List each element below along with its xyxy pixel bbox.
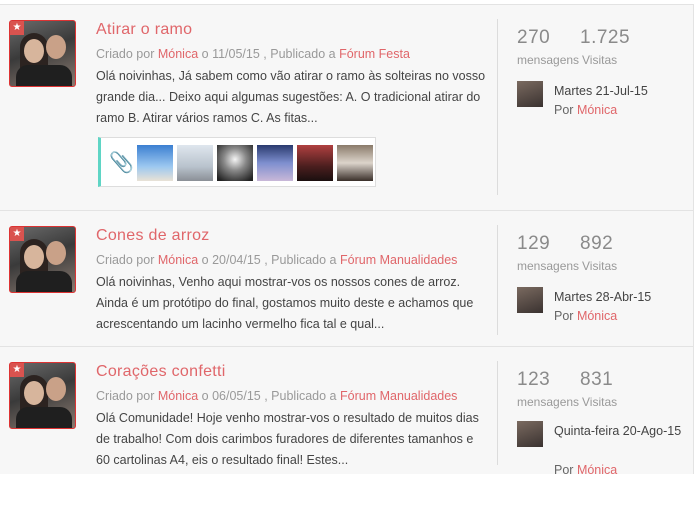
topic-title[interactable]: Atirar o ramo — [96, 21, 486, 39]
last-reply-avatar[interactable] — [517, 421, 543, 447]
author-link[interactable]: Mónica — [158, 47, 198, 61]
messages-label: mensagens — [517, 53, 580, 67]
star-icon: ★ — [10, 363, 24, 377]
topic-content: Corações confetti Criado por Mónica o 06… — [96, 363, 486, 471]
topic-excerpt: Olá noivinhas, Venho aqui mostrar-vos os… — [96, 275, 474, 331]
topic-row: ★ Atirar o ramo Criado por Mónica o 11/0… — [0, 4, 694, 210]
messages-count: 270 — [517, 27, 551, 48]
column-divider — [497, 361, 498, 465]
author-link[interactable]: Mónica — [158, 389, 198, 403]
last-reply-date: Martes 21-Jul-15 — [554, 84, 648, 98]
topic-date: 11/05/15 — [212, 47, 260, 61]
visits-count: 892 — [580, 233, 614, 254]
visits-label: Visitas — [582, 395, 618, 409]
topic-meta: Criado por Mónica o 20/04/15 , Publicado… — [96, 253, 458, 267]
visits-label: Visitas — [582, 53, 618, 67]
visits-count: 1.725 — [580, 27, 631, 48]
last-reply-avatar[interactable] — [517, 81, 543, 107]
author-avatar[interactable]: ★ — [9, 226, 76, 293]
topic-title[interactable]: Cones de arroz — [96, 227, 486, 245]
topic-excerpt: Olá noivinhas, Já sabem como vão atirar … — [96, 69, 486, 125]
topic-content: Atirar o ramo Criado por Mónica o 11/05/… — [96, 21, 486, 129]
column-divider — [497, 19, 498, 195]
forum-link[interactable]: Fórum Festa — [339, 47, 410, 61]
last-reply-avatar[interactable] — [517, 287, 543, 313]
last-reply-by: Por Mónica — [554, 309, 618, 323]
attachment-thumbnail[interactable] — [217, 145, 253, 181]
messages-count: 123 — [517, 369, 551, 390]
messages-count: 129 — [517, 233, 551, 254]
attachment-thumbnail[interactable] — [177, 145, 213, 181]
messages-label: mensagens — [517, 259, 580, 273]
forum-link[interactable]: Fórum Manualidades — [340, 389, 457, 403]
last-reply-date: Quinta-feira 20-Ago-15 — [554, 424, 682, 438]
topic-row: ★ Corações confetti Criado por Mónica o … — [0, 346, 694, 477]
star-icon: ★ — [10, 227, 24, 241]
attachment-thumbnail[interactable] — [297, 145, 333, 181]
visits-count: 831 — [580, 369, 614, 390]
topic-row: ★ Cones de arroz Criado por Mónica o 20/… — [0, 210, 694, 346]
forum-link[interactable]: Fórum Manualidades — [340, 253, 457, 267]
messages-label: mensagens — [517, 395, 580, 409]
author-link[interactable]: Mónica — [158, 253, 198, 267]
last-reply-author-link[interactable]: Mónica — [577, 463, 617, 477]
star-icon: ★ — [10, 21, 24, 35]
author-avatar[interactable]: ★ — [9, 362, 76, 429]
last-reply-by: Por Mónica — [554, 463, 618, 477]
topic-date: 06/05/15 — [212, 389, 261, 403]
last-reply-author-link[interactable]: Mónica — [577, 309, 617, 323]
topic-content: Cones de arroz Criado por Mónica o 20/04… — [96, 227, 486, 335]
attachment-thumbnail[interactable] — [337, 145, 373, 181]
visits-label: Visitas — [582, 259, 618, 273]
paperclip-icon: 📎 — [109, 152, 134, 174]
topic-date: 20/04/15 — [212, 253, 261, 267]
topic-excerpt: Olá Comunidade! Hoje venho mostrar-vos o… — [96, 411, 479, 467]
last-reply-by: Por Mónica — [554, 103, 618, 117]
last-reply-date: Martes 28-Abr-15 — [554, 290, 652, 304]
column-divider — [497, 225, 498, 335]
attachment-strip: 📎 — [98, 137, 376, 187]
author-avatar[interactable]: ★ — [9, 20, 76, 87]
last-reply-author-link[interactable]: Mónica — [577, 103, 617, 117]
attachment-thumbnail[interactable] — [137, 145, 173, 181]
topic-meta: Criado por Mónica o 11/05/15 , Publicado… — [96, 47, 410, 61]
attachment-thumbnail[interactable] — [257, 145, 293, 181]
topic-title[interactable]: Corações confetti — [96, 363, 486, 381]
forum-topic-list: ★ Atirar o ramo Criado por Mónica o 11/0… — [0, 4, 694, 477]
topic-meta: Criado por Mónica o 06/05/15 , Publicado… — [96, 389, 458, 403]
